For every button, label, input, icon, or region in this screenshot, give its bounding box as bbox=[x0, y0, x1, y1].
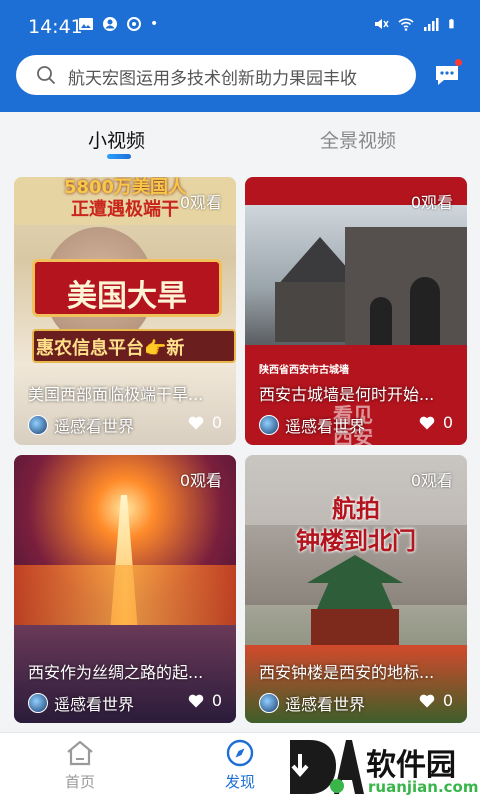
status-right-icons bbox=[373, 16, 458, 32]
heart-icon bbox=[419, 416, 435, 429]
status-dot: • bbox=[150, 16, 159, 32]
author-name: 遥感看世界 bbox=[285, 417, 366, 436]
search-placeholder: 航天宏图运用多技术创新助力果园丰收 bbox=[68, 69, 357, 89]
video-card[interactable]: 陕西省西安市古城墙 看见 西安 0观看 西安古城墙是何时开始... 遥感看世界 … bbox=[245, 177, 467, 445]
compass-icon bbox=[226, 739, 254, 767]
heart-icon bbox=[419, 694, 435, 707]
header: 航天宏图运用多技术创新助力果园丰收 bbox=[0, 54, 480, 112]
sync-icon bbox=[127, 17, 141, 31]
thumbnail-caption: 美国大旱 bbox=[67, 279, 187, 314]
video-card[interactable]: 0观看 西安作为丝绸之路的起... 遥感看世界 0 bbox=[14, 455, 236, 723]
like-count: 0 bbox=[442, 691, 453, 710]
like-button[interactable]: 0 bbox=[419, 691, 453, 710]
card-author[interactable]: 遥感看世界 bbox=[28, 691, 134, 715]
avatar bbox=[259, 415, 279, 435]
author-name: 遥感看世界 bbox=[54, 417, 135, 436]
view-count: 0观看 bbox=[179, 471, 222, 490]
card-title: 西安作为丝绸之路的起... bbox=[28, 663, 204, 682]
thumbnail-caption: 航拍 bbox=[332, 495, 380, 523]
like-count: 0 bbox=[442, 413, 453, 432]
tab-short-video[interactable]: 小视频 bbox=[88, 126, 145, 153]
tabs: 小视频 全景视频 bbox=[0, 112, 480, 176]
wifi-icon bbox=[398, 18, 414, 31]
message-button[interactable] bbox=[434, 59, 462, 88]
notification-dot bbox=[455, 59, 462, 66]
gallery-icon bbox=[79, 18, 93, 30]
view-count: 0观看 bbox=[179, 193, 222, 212]
heart-icon bbox=[188, 694, 204, 707]
avatar bbox=[28, 415, 48, 435]
status-time: 14:41 bbox=[28, 16, 83, 38]
search-icon bbox=[37, 66, 56, 85]
signal-icon bbox=[424, 18, 439, 31]
watermark: 软件园 ruanjian.com bbox=[282, 736, 480, 800]
nav-home-label: 首页 bbox=[64, 773, 95, 791]
tab-indicator bbox=[107, 154, 131, 159]
mute-icon bbox=[375, 19, 389, 29]
card-author[interactable]: 遥感看世界 bbox=[28, 413, 134, 437]
like-count: 0 bbox=[211, 691, 222, 710]
video-card[interactable]: 航拍 钟楼到北门 0观看 西安钟楼是西安的地标... 遥感看世界 0 bbox=[245, 455, 467, 723]
like-count: 0 bbox=[211, 413, 222, 432]
view-count: 0观看 bbox=[410, 193, 453, 212]
heart-icon bbox=[188, 416, 204, 429]
card-author[interactable]: 遥感看世界 bbox=[259, 691, 365, 715]
avatar bbox=[28, 693, 48, 713]
nav-discover-label: 发现 bbox=[224, 773, 255, 791]
thumbnail-caption: 陕西省西安市古城墙 bbox=[259, 365, 349, 376]
card-title: 西安古城墙是何时开始... bbox=[259, 385, 435, 404]
status-left-icons: • bbox=[78, 16, 158, 32]
thumbnail-caption: 惠农信息平台👉新 bbox=[36, 338, 185, 359]
card-author[interactable]: 遥感看世界 bbox=[259, 413, 365, 437]
thumbnail-caption: 钟楼到北门 bbox=[296, 527, 416, 555]
battery-icon bbox=[449, 19, 454, 29]
avatar bbox=[259, 693, 279, 713]
watermark-url: ruanjian.com bbox=[368, 778, 479, 796]
card-title: 美国西部面临极端干旱... bbox=[28, 385, 204, 404]
nav-discover[interactable]: 发现 bbox=[210, 739, 270, 792]
card-title: 西安钟楼是西安的地标... bbox=[259, 663, 435, 682]
like-button[interactable]: 0 bbox=[419, 413, 453, 432]
account-icon bbox=[103, 17, 117, 31]
message-icon bbox=[436, 66, 458, 85]
author-name: 遥感看世界 bbox=[54, 695, 135, 714]
home-icon bbox=[67, 740, 93, 766]
view-count: 0观看 bbox=[410, 471, 453, 490]
author-name: 遥感看世界 bbox=[285, 695, 366, 714]
tab-panorama-video[interactable]: 全景视频 bbox=[320, 126, 396, 153]
video-card[interactable]: 5800万美国人 正遭遇极端干 美国大旱 惠农信息平台👉新 0观看 美国西部面临… bbox=[14, 177, 236, 445]
status-bar: 14:41 • bbox=[0, 0, 480, 54]
download-logo-icon bbox=[290, 740, 364, 794]
like-button[interactable]: 0 bbox=[188, 691, 222, 710]
nav-home[interactable]: 首页 bbox=[50, 739, 110, 792]
search-input[interactable]: 航天宏图运用多技术创新助力果园丰收 bbox=[16, 55, 416, 95]
like-button[interactable]: 0 bbox=[188, 413, 222, 432]
